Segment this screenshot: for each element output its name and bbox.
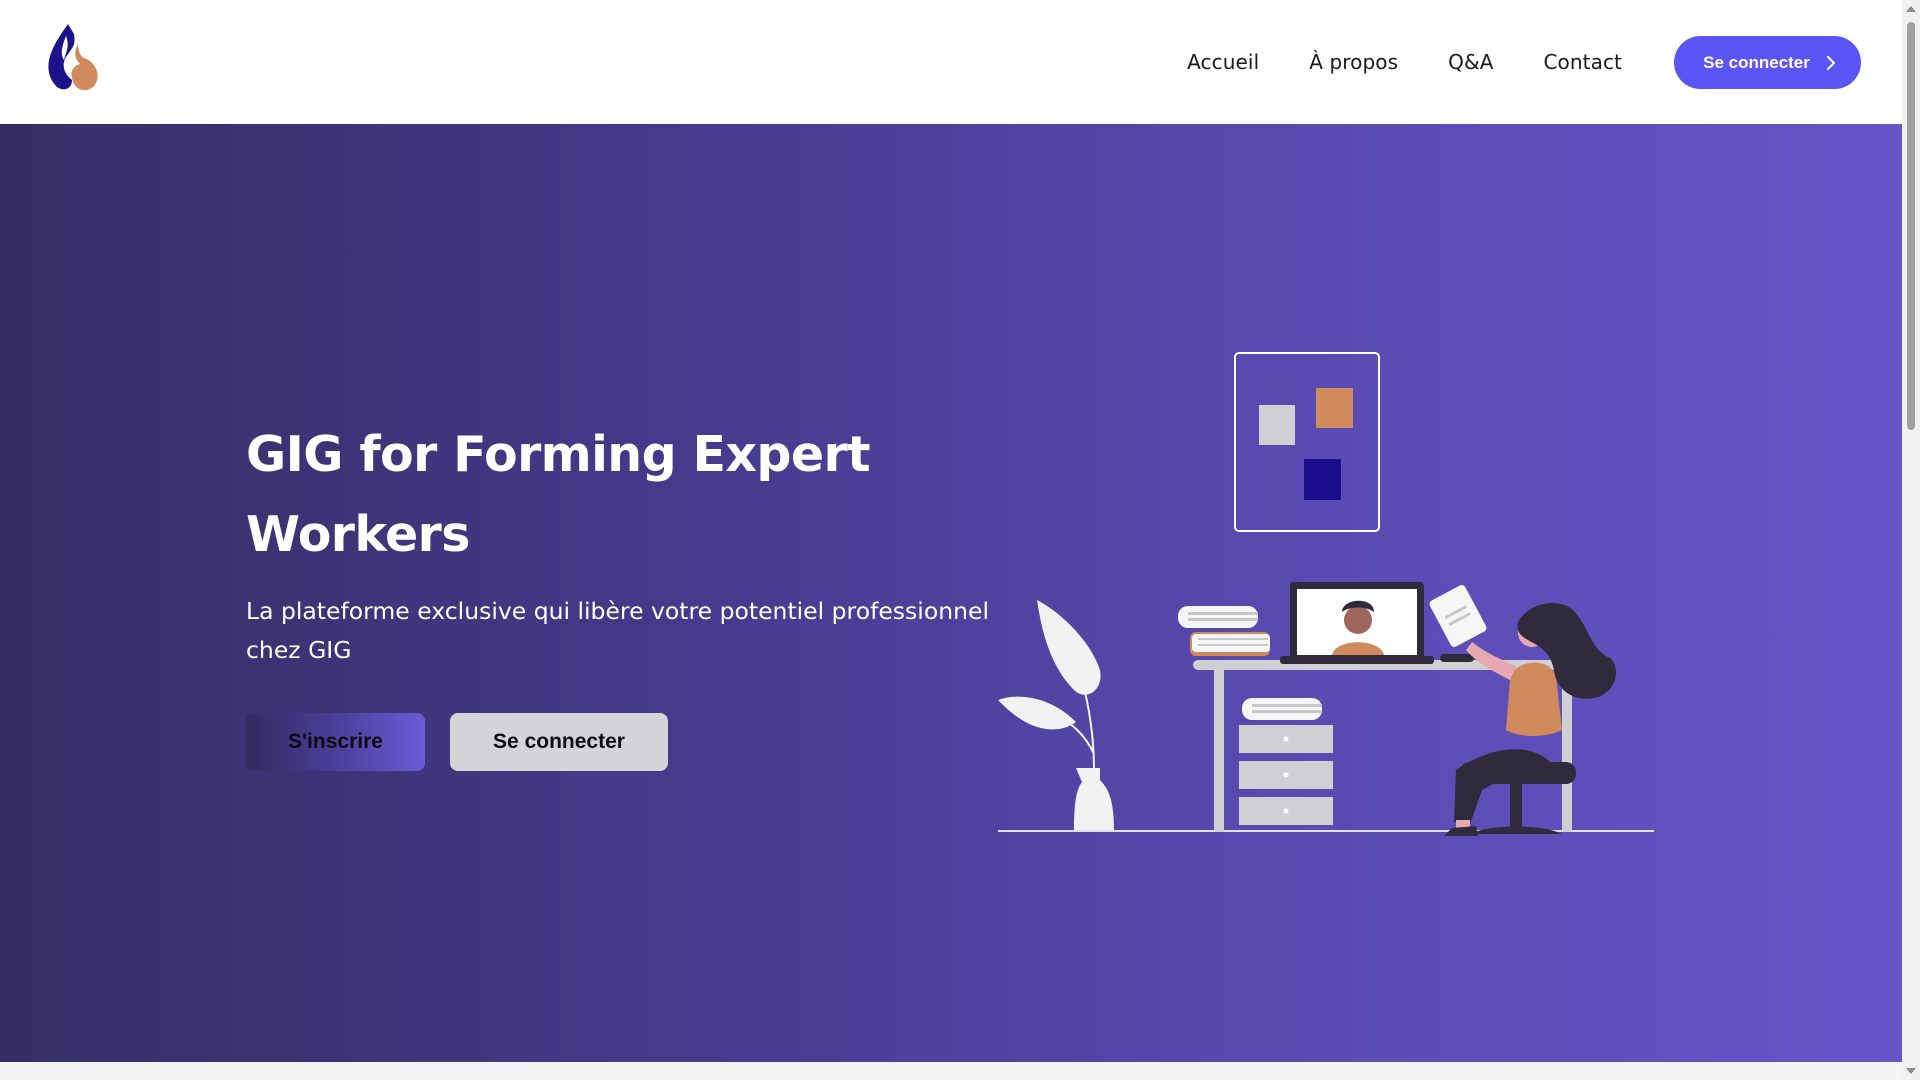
hero-section: GIG for Forming Expert Workers La platef… xyxy=(0,124,1902,1062)
page: Accueil À propos Q&A Contact Se connecte… xyxy=(0,0,1902,1080)
hero-title-line-1: GIG for Forming Expert xyxy=(246,426,871,483)
page-scrollbar[interactable] xyxy=(1902,0,1920,1080)
hero-title: GIG for Forming Expert Workers xyxy=(246,415,886,575)
hero-title-line-2: Workers xyxy=(246,506,470,563)
nav-link-accueil[interactable]: Accueil xyxy=(1187,50,1259,74)
nav-link-qa[interactable]: Q&A xyxy=(1448,50,1493,74)
hero-subtitle-line-1: La plateforme exclusive qui libère votre… xyxy=(246,597,989,625)
header-login-button[interactable]: Se connecter xyxy=(1674,36,1861,89)
scroll-up-arrow-icon[interactable] xyxy=(1906,6,1916,12)
chevron-right-icon xyxy=(1826,55,1835,70)
nav-link-a-propos[interactable]: À propos xyxy=(1309,50,1398,74)
scroll-down-arrow-icon[interactable] xyxy=(1906,1068,1916,1074)
nav-link-contact[interactable]: Contact xyxy=(1543,50,1622,74)
scrollbar-thumb[interactable] xyxy=(1907,22,1915,430)
header-login-label: Se connecter xyxy=(1703,52,1810,72)
hero-subtitle: La plateforme exclusive qui libère votre… xyxy=(246,592,1016,670)
hero-subtitle-line-2: chez GIG xyxy=(246,636,352,664)
drop-logo-icon[interactable] xyxy=(44,24,98,102)
main-nav: Accueil À propos Q&A Contact xyxy=(1187,0,1622,124)
next-section-edge xyxy=(0,1062,1902,1080)
login-button[interactable]: Se connecter xyxy=(450,713,668,771)
signup-button[interactable]: S'inscrire xyxy=(246,713,425,771)
woman-at-desk-video-call-illustration xyxy=(998,352,1654,836)
site-header: Accueil À propos Q&A Contact Se connecte… xyxy=(0,0,1902,124)
